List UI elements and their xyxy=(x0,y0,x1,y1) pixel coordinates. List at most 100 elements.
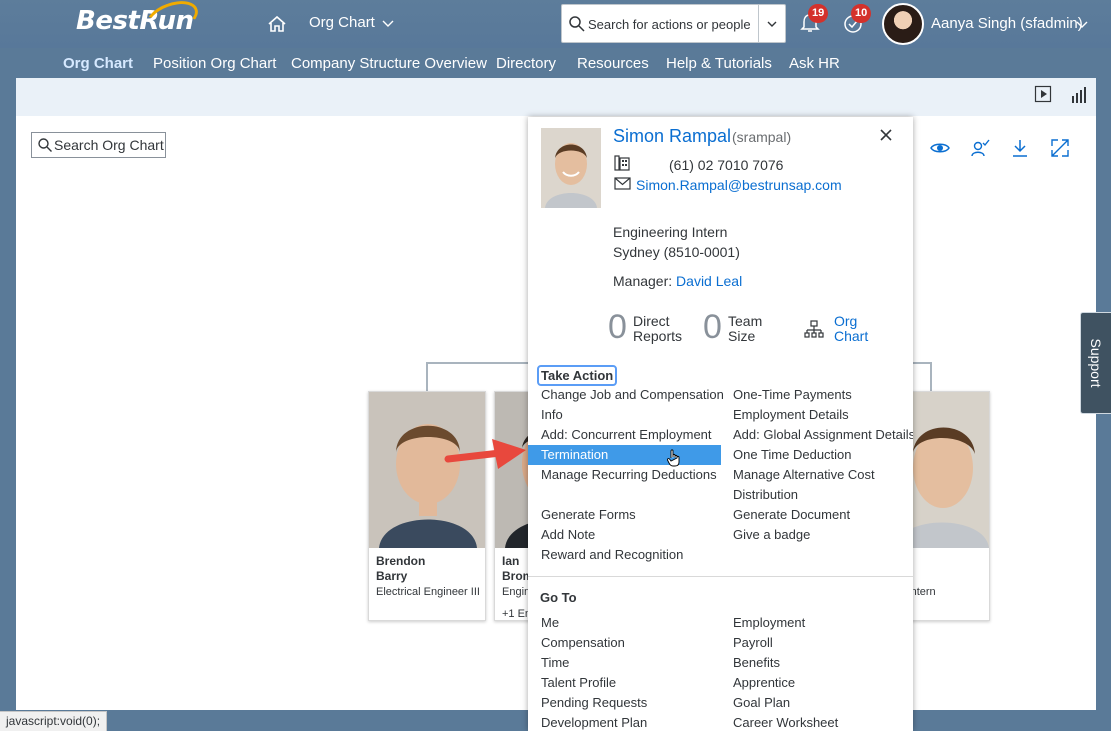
direct-reports-label: Direct Reports xyxy=(633,314,682,344)
action-info[interactable]: Info xyxy=(541,405,563,425)
employee-phone: (61) 02 7010 7076 xyxy=(669,157,784,173)
action-add-concurrent-employment[interactable]: Add: Concurrent Employment xyxy=(541,425,712,445)
org-connector xyxy=(426,362,532,392)
action-termination[interactable]: Termination xyxy=(528,445,721,465)
nav-item-position-org-chart[interactable]: Position Org Chart xyxy=(153,55,276,72)
employee-manager: Manager: David Leal xyxy=(613,273,742,289)
action-generate-document[interactable]: Generate Document xyxy=(733,505,850,525)
home-icon[interactable] xyxy=(266,13,288,35)
chevron-down-icon[interactable] xyxy=(381,16,395,30)
red-arrow-annotation xyxy=(444,439,526,469)
employee-name: Brendon Barry xyxy=(376,554,425,584)
org-connector xyxy=(912,362,932,392)
goto-career-worksheet[interactable]: Career Worksheet xyxy=(733,713,838,731)
todo-button[interactable]: 10 xyxy=(841,4,872,38)
support-tab[interactable]: Support xyxy=(1080,312,1111,414)
org-chart-search xyxy=(31,132,166,158)
employee-location: Sydney (8510-0001) xyxy=(613,244,740,260)
bar-chart-icon[interactable] xyxy=(1070,86,1088,104)
user-avatar[interactable] xyxy=(882,3,924,45)
chevron-down-icon[interactable] xyxy=(1075,17,1089,31)
person-check-icon[interactable] xyxy=(970,138,990,158)
goto-me[interactable]: Me xyxy=(541,613,559,633)
goto-time[interactable]: Time xyxy=(541,653,569,673)
todo-badge: 10 xyxy=(851,4,872,23)
goto-benefits[interactable]: Benefits xyxy=(733,653,780,673)
notifications-button[interactable]: 19 xyxy=(798,4,829,38)
employee-name[interactable]: Simon Rampal xyxy=(613,126,731,147)
search-icon xyxy=(569,16,585,32)
team-size-count: 0 xyxy=(703,308,722,346)
chevron-down-icon xyxy=(767,21,777,27)
goto-employment[interactable]: Employment xyxy=(733,613,805,633)
action-generate-forms[interactable]: Generate Forms xyxy=(541,505,636,525)
team-size-label-1: Team xyxy=(728,313,763,329)
employee-quickcard: Simon Rampal (srampal) (61) 02 7010 7076… xyxy=(528,117,913,731)
employee-title: Engin xyxy=(502,586,531,598)
action-change-job-and-compensation[interactable]: Change Job and Compensation xyxy=(541,385,724,405)
support-label: Support xyxy=(1088,338,1104,388)
section-divider xyxy=(528,576,913,577)
eye-icon[interactable] xyxy=(930,138,950,158)
fullscreen-icon[interactable] xyxy=(1050,138,1070,158)
action-manage-alternative-cost-distribution[interactable]: Distribution xyxy=(733,485,798,505)
goto-talent-profile[interactable]: Talent Profile xyxy=(541,673,616,693)
employee-photo xyxy=(541,128,601,208)
nav-item-ask-hr[interactable]: Ask HR xyxy=(789,55,840,72)
go-to-heading: Go To xyxy=(540,590,577,605)
org-chart-link-2: Chart xyxy=(834,328,869,344)
action-one-time-deduction[interactable]: One Time Deduction xyxy=(733,445,852,465)
action-one-time-payments[interactable]: One-Time Payments xyxy=(733,385,852,405)
nav-item-company-structure-overview[interactable]: Company Structure Overview xyxy=(291,55,487,72)
employee-card[interactable]: Brendon Barry Electrical Engineer III xyxy=(368,391,486,621)
direct-reports-count: 0 xyxy=(608,308,627,346)
action-reward-and-recognition[interactable]: Reward and Recognition xyxy=(541,545,683,565)
employee-title: Electrical Engineer III xyxy=(376,586,480,598)
goto-pending-requests[interactable]: Pending Requests xyxy=(541,693,647,713)
org-chart-link[interactable]: Org Chart xyxy=(834,314,868,344)
action-manage-alternative-cost[interactable]: Manage Alternative Cost xyxy=(733,465,875,485)
team-size-label: Team Size xyxy=(728,314,762,344)
action-add-global-assignment-details[interactable]: Add: Global Assignment Details xyxy=(733,425,913,445)
employee-first-name: Ian xyxy=(502,554,520,568)
goto-development-plan[interactable]: Development Plan xyxy=(541,713,647,731)
take-action-heading[interactable]: Take Action xyxy=(536,365,618,386)
action-manage-recurring-deductions[interactable]: Manage Recurring Deductions xyxy=(541,465,717,485)
download-icon[interactable] xyxy=(1010,138,1030,158)
action-add-note[interactable]: Add Note xyxy=(541,525,595,545)
action-employment-details[interactable]: Employment Details xyxy=(733,405,849,425)
top-navigation: Org Chart Position Org Chart Company Str… xyxy=(0,48,1111,80)
org-chart-search-input[interactable] xyxy=(54,135,164,155)
user-name[interactable]: Aanya Singh (sfadmin) xyxy=(931,15,1083,32)
action-give-a-badge[interactable]: Give a badge xyxy=(733,525,810,545)
manager-link[interactable]: David Leal xyxy=(676,273,742,289)
goto-goal-plan[interactable]: Goal Plan xyxy=(733,693,790,713)
employee-first-name: Brendon xyxy=(376,554,426,568)
nav-item-resources[interactable]: Resources xyxy=(577,55,649,72)
search-input[interactable] xyxy=(588,14,760,34)
org-chart-icon[interactable] xyxy=(804,320,824,340)
goto-apprentice[interactable]: Apprentice xyxy=(733,673,795,693)
goto-payroll[interactable]: Payroll xyxy=(733,633,773,653)
goto-compensation[interactable]: Compensation xyxy=(541,633,625,653)
email-icon xyxy=(614,177,631,190)
employee-email-link[interactable]: Simon.Rampal@bestrunsap.com xyxy=(636,177,842,193)
content-toolbar xyxy=(16,78,1096,116)
manager-label: Manager: xyxy=(613,273,673,289)
notifications-badge: 19 xyxy=(808,4,829,23)
search-dropdown-button[interactable] xyxy=(758,5,785,42)
direct-reports-label-1: Direct xyxy=(633,313,670,329)
logo-text-best: Best xyxy=(76,6,140,36)
shell-bar: BestRun Org Chart 19 10 Aanya Singh (sfa… xyxy=(0,0,1111,48)
nav-item-help-tutorials[interactable]: Help & Tutorials xyxy=(666,55,772,72)
close-icon[interactable] xyxy=(878,127,894,143)
browser-status-bar: javascript:void(0); xyxy=(0,711,108,731)
search-icon xyxy=(38,138,52,152)
employee-last-name: Barry xyxy=(376,569,408,583)
employee-job-title: Engineering Intern xyxy=(613,224,728,240)
play-icon[interactable] xyxy=(1034,85,1052,103)
nav-item-org-chart[interactable]: Org Chart xyxy=(63,55,133,72)
nav-item-directory[interactable]: Directory xyxy=(496,55,556,72)
module-title[interactable]: Org Chart xyxy=(309,14,375,31)
hand-cursor-icon xyxy=(667,449,680,467)
